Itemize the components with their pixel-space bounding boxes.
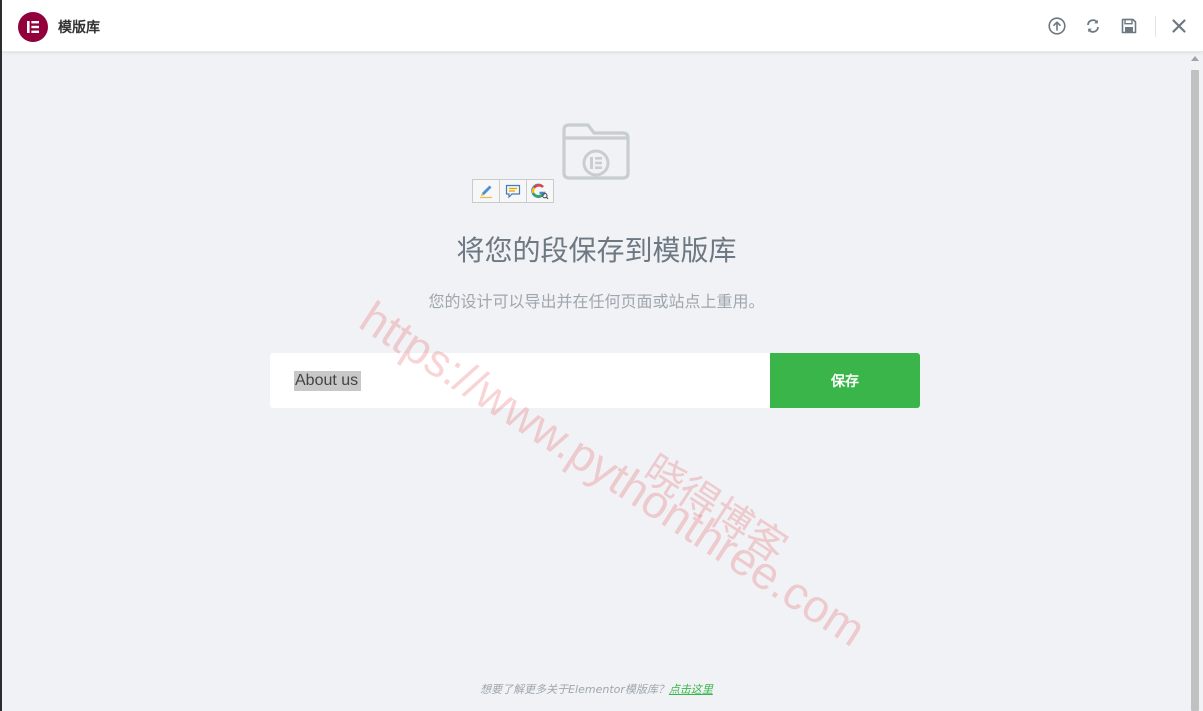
template-name-value[interactable]: About us <box>294 370 362 391</box>
footer-note: 想要了解更多关于Elementor模版库？点击这里 <box>2 681 1191 697</box>
scrollbar[interactable] <box>1188 52 1203 711</box>
comment-icon[interactable] <box>499 179 527 203</box>
modal-header: 模版库 <box>2 0 1203 52</box>
page-title: 模版库 <box>58 20 100 36</box>
watermark-url: https://www.pythonthree.com <box>351 290 875 657</box>
google-search-icon[interactable] <box>526 179 554 203</box>
template-library-modal: 模版库 将您的段保存到模版库 您的设计可以导出并在任何页面或站点上重用。 Abo… <box>2 0 1203 711</box>
template-name-input[interactable]: About us <box>270 353 770 408</box>
main-subheading: 您的设计可以导出并在任何页面或站点上重用。 <box>428 292 765 311</box>
save-icon[interactable] <box>1120 17 1138 35</box>
close-icon[interactable] <box>1170 17 1188 35</box>
upload-icon[interactable] <box>1048 17 1066 35</box>
header-divider <box>1155 16 1156 37</box>
footer-text: 想要了解更多关于Elementor模版库？ <box>480 683 669 696</box>
extension-toolbar <box>472 179 554 203</box>
folder-icon <box>560 118 632 184</box>
scroll-thumb[interactable] <box>1191 70 1199 711</box>
save-button[interactable]: 保存 <box>770 353 920 408</box>
elementor-logo-icon <box>18 12 48 42</box>
sync-icon[interactable] <box>1084 17 1102 35</box>
footer-link[interactable]: 点击这里 <box>669 683 713 696</box>
watermark-label: 晓得博客 <box>636 447 795 572</box>
scroll-up-arrow-icon[interactable] <box>1191 56 1199 61</box>
main-heading: 将您的段保存到模版库 <box>456 234 737 267</box>
pencil-icon[interactable] <box>472 179 500 203</box>
